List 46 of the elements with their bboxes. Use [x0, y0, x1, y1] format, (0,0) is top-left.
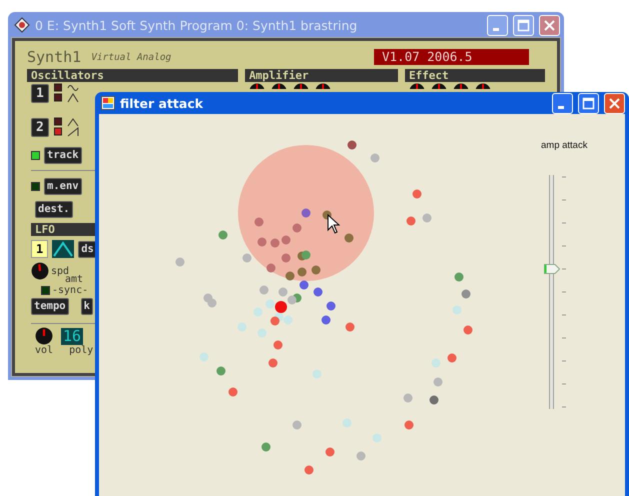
- sync-label: -sync-: [52, 285, 88, 296]
- led-icon: [54, 117, 62, 137]
- section-header: Oscillators: [27, 69, 238, 82]
- close-button[interactable]: [539, 14, 560, 36]
- poly-display: 16: [61, 328, 84, 344]
- maximize-icon: [582, 96, 595, 110]
- maximize-button[interactable]: [513, 14, 534, 36]
- speed-label: spd: [51, 266, 70, 276]
- section-header: Effect: [404, 69, 545, 82]
- tempo-button[interactable]: tempo: [31, 298, 69, 315]
- version-label: V1.07 2006.5: [374, 49, 529, 65]
- key-button[interactable]: k: [80, 298, 93, 315]
- oscillator-button[interactable]: 2: [31, 118, 49, 136]
- section-header: Amplifier: [245, 69, 398, 82]
- lfo-number-button[interactable]: 1: [31, 240, 48, 258]
- track-button[interactable]: track: [44, 147, 82, 164]
- volume-label: vol: [35, 345, 54, 356]
- dest-button[interactable]: dest.: [35, 201, 73, 218]
- slider-label: amp attack: [541, 140, 588, 151]
- window-title: filter attack: [120, 96, 204, 110]
- menv-button[interactable]: m.env: [44, 178, 82, 195]
- app-icon: [101, 96, 115, 110]
- led-icon: [54, 83, 62, 103]
- synth-subtitle: Virtual Analog: [91, 52, 172, 63]
- amount-label: amt: [65, 274, 84, 285]
- oscillator-button[interactable]: 1: [31, 84, 49, 102]
- triangle-wave-icon[interactable]: [52, 240, 74, 258]
- app-icon: [14, 17, 30, 33]
- slider-thumb[interactable]: [544, 264, 560, 274]
- maximize-button[interactable]: [578, 92, 599, 114]
- cursor-icon: [327, 214, 340, 234]
- waveform-icon: [66, 117, 79, 137]
- close-button[interactable]: [604, 92, 625, 114]
- window-title: 0 E: Synth1 Soft Synth Program 0: Synth1 brastring: [35, 18, 358, 32]
- waveform-icon: [66, 83, 79, 103]
- synth-name: Synth1: [27, 48, 82, 66]
- poly-label: poly: [69, 345, 94, 356]
- minimize-icon: [492, 28, 498, 30]
- minimize-icon: [558, 106, 564, 108]
- knob-icon[interactable]: [35, 327, 53, 345]
- close-icon: [543, 18, 556, 32]
- minimize-button[interactable]: [487, 14, 508, 36]
- knob-icon[interactable]: [31, 262, 49, 280]
- close-icon: [608, 96, 621, 110]
- maximize-icon: [517, 18, 530, 32]
- minimize-button[interactable]: [552, 92, 573, 114]
